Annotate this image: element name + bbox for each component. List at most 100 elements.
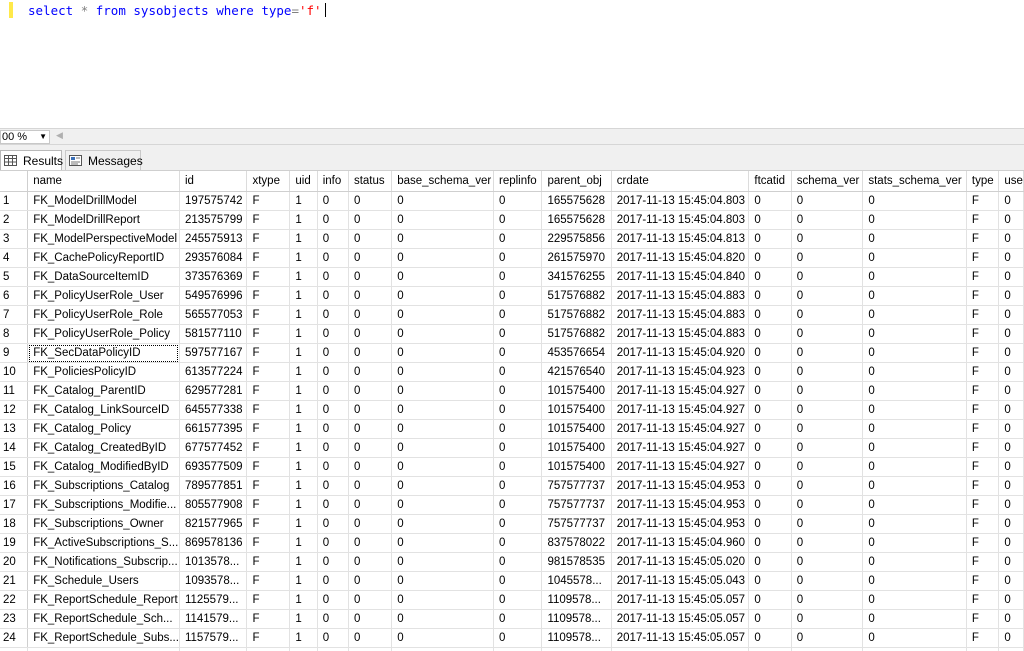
cell-stats-schema-ver[interactable]: 0 [862,628,967,648]
cell-name[interactable]: FK_Subscriptions_Modifie... [27,495,180,515]
cell-name[interactable]: FK_ActiveSubscriptions_S... [27,533,180,553]
cell-base-schema-ver[interactable]: 0 [391,324,494,344]
row-number[interactable]: 5 [0,267,29,287]
row-number[interactable]: 21 [0,571,29,591]
cell-id[interactable]: 645577338 [179,400,248,420]
cell-stats-schema-ver[interactable]: 0 [862,419,967,439]
cell-status[interactable]: 0 [348,533,393,553]
cell-name[interactable]: FK_CachePolicyReportID [27,248,180,268]
cell-parent-obj[interactable]: 101575400 [541,438,612,458]
cell-id[interactable]: 677577452 [179,438,248,458]
cell-name[interactable]: FK_ReportSchedule_Report [27,590,180,610]
cell-schema-ver[interactable]: 0 [791,381,864,401]
cell-type[interactable]: F [966,514,1000,534]
cell-status[interactable]: 0 [348,552,393,572]
cell-uid[interactable]: 1 [289,191,318,211]
cell-use[interactable]: 0 [998,229,1024,249]
column-header-id[interactable]: id [179,171,248,192]
cell-status[interactable]: 0 [348,628,393,648]
cell-info[interactable]: 0 [317,400,349,420]
cell-info[interactable]: 0 [317,210,349,230]
cell-parent-obj[interactable]: 453576654 [541,343,612,363]
cell-parent-obj[interactable]: 101575400 [541,381,612,401]
cell-replinfo[interactable]: 0 [493,267,543,287]
cell-base-schema-ver[interactable]: 0 [391,191,494,211]
cell-id[interactable]: 1141579... [179,609,248,629]
cell-replinfo[interactable]: 0 [493,210,543,230]
cell-ftcatid[interactable]: 0 [748,457,792,477]
cell-uid[interactable]: 1 [289,419,318,439]
cell-schema-ver[interactable]: 0 [791,628,864,648]
cell-use[interactable]: 0 [998,400,1024,420]
cell-replinfo[interactable]: 0 [493,495,543,515]
cell-uid[interactable]: 1 [289,533,318,553]
cell-use[interactable]: 0 [998,248,1024,268]
zoom-dropdown[interactable]: 00 % ▼ [0,130,50,144]
cell-name[interactable]: FK_PoliciesPolicyID [27,362,180,382]
cell-crdate[interactable]: 2017-11-13 15:45:04.803 [611,210,750,230]
cell-crdate[interactable]: 2017-11-13 15:45:04.883 [611,305,750,325]
cell-uid[interactable]: 1 [289,324,318,344]
cell-name[interactable]: FK_Catalog_LinkSourceID [27,400,180,420]
grid-corner-header[interactable] [0,171,29,192]
cell-id[interactable]: 661577395 [179,419,248,439]
cell-ftcatid[interactable]: 0 [748,343,792,363]
cell-base-schema-ver[interactable]: 0 [391,590,494,610]
cell-name[interactable]: FK_Notifications_Subscrip... [27,552,180,572]
cell-name[interactable]: FK_PolicyUserRole_User [27,286,180,306]
table-row[interactable]: 3 FK_ModelPerspectiveModel 245575913 F 1 0 0 0 0… [0,229,1024,249]
cell-stats-schema-ver[interactable]: 0 [862,229,967,249]
cell-name[interactable]: FK_PolicyUserRole_Policy [27,324,180,344]
cell-id[interactable]: 373576369 [179,267,248,287]
column-header-type[interactable]: type [966,171,1000,192]
cell-schema-ver[interactable]: 0 [791,476,864,496]
cell-schema-ver[interactable]: 0 [791,495,864,515]
cell-base-schema-ver[interactable]: 0 [391,248,494,268]
cell-ftcatid[interactable]: 0 [748,229,792,249]
cell-parent-obj[interactable]: 1109578... [541,628,612,648]
cell-schema-ver[interactable]: 0 [791,400,864,420]
row-number[interactable]: 3 [0,229,29,249]
cell-base-schema-ver[interactable]: 0 [391,210,494,230]
cell-base-schema-ver[interactable]: 0 [391,495,494,515]
cell-base-schema-ver[interactable]: 0 [391,229,494,249]
cell-xtype[interactable]: F [246,248,291,268]
cell-parent-obj[interactable]: 981578535 [541,552,612,572]
cell-base-schema-ver[interactable]: 0 [391,419,494,439]
cell-uid[interactable]: 1 [289,438,318,458]
cell-info[interactable]: 0 [317,248,349,268]
cell-status[interactable]: 0 [348,305,393,325]
column-header-name[interactable]: name [27,171,180,192]
table-row[interactable]: 10 FK_PoliciesPolicyID 613577224 F 1 0 0 0 0 4215… [0,362,1024,382]
cell-use[interactable]: 0 [998,324,1024,344]
cell-schema-ver[interactable]: 0 [791,419,864,439]
cell-xtype[interactable]: F [246,628,291,648]
cell-status[interactable]: 0 [348,476,393,496]
cell-base-schema-ver[interactable]: 0 [391,286,494,306]
cell-status[interactable]: 0 [348,514,393,534]
column-header-schema-ver[interactable]: schema_ver [791,171,864,192]
cell-name[interactable]: FK_DataSourceItemID [27,267,180,287]
cell-status[interactable]: 0 [348,286,393,306]
cell-replinfo[interactable]: 0 [493,628,543,648]
cell-uid[interactable]: 1 [289,552,318,572]
cell-stats-schema-ver[interactable]: 0 [862,267,967,287]
cell-info[interactable]: 0 [317,476,349,496]
cell-schema-ver[interactable]: 0 [791,248,864,268]
table-row[interactable]: 1 FK_ModelDrillModel 197575742 F 1 0 0 0 0 165575… [0,191,1024,211]
cell-stats-schema-ver[interactable]: 0 [862,381,967,401]
cell-crdate[interactable]: 2017-11-13 15:45:04.927 [611,438,750,458]
cell-info[interactable]: 0 [317,381,349,401]
cell-replinfo[interactable]: 0 [493,590,543,610]
cell-status[interactable]: 0 [348,267,393,287]
cell-base-schema-ver[interactable]: 0 [391,628,494,648]
cell-name[interactable]: FK_ModelDrillReport [27,210,180,230]
cell-info[interactable]: 0 [317,191,349,211]
cell-xtype[interactable]: F [246,400,291,420]
table-row[interactable]: 24 FK_ReportSchedule_Subs... 1157579... F 1 0… [0,628,1024,648]
cell-replinfo[interactable]: 0 [493,552,543,572]
cell-base-schema-ver[interactable]: 0 [391,609,494,629]
cell-name[interactable]: FK_Catalog_Policy [27,419,180,439]
cell-stats-schema-ver[interactable]: 0 [862,495,967,515]
cell-uid[interactable]: 1 [289,457,318,477]
